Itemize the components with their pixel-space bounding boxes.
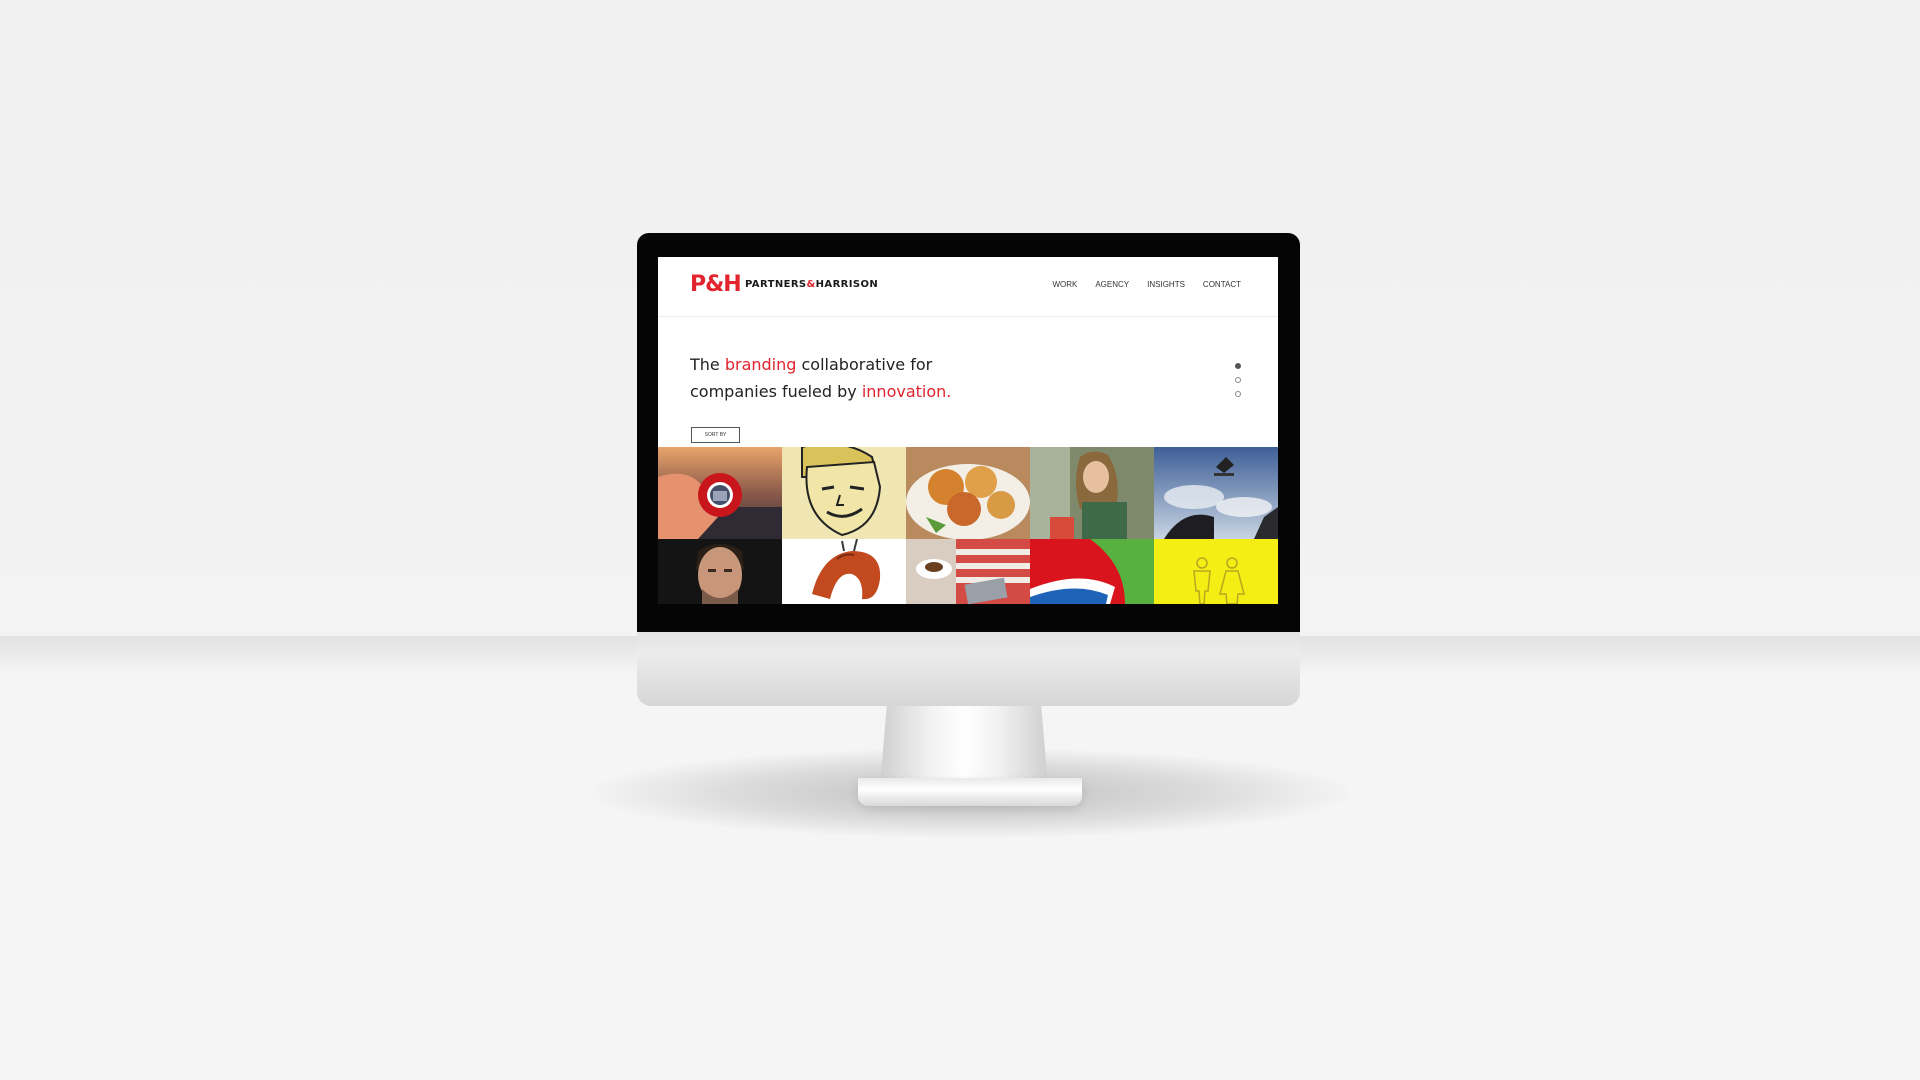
portfolio-tile-9[interactable] — [1030, 539, 1154, 604]
hand-with-red-lens-icon — [658, 447, 782, 539]
monitor-stand — [880, 706, 1048, 786]
woman-on-phone-icon — [1030, 447, 1154, 539]
slider-dot-1[interactable] — [1235, 363, 1241, 369]
nav-insights[interactable]: INSIGHTS — [1147, 279, 1185, 291]
color-swoosh-icon — [1030, 539, 1154, 604]
retro-comic-face-icon — [782, 447, 906, 539]
nav-work[interactable]: WORK — [1052, 279, 1077, 291]
hero-highlight-innovation: innovation. — [861, 382, 952, 401]
portfolio-tile-3[interactable] — [906, 447, 1030, 539]
skateboard-jump-icon — [1154, 447, 1278, 539]
logo-text-amp: & — [806, 279, 816, 290]
hero-line2-prefix: companies fueled by — [690, 382, 862, 401]
hero-line1-suffix: collaborative for — [796, 355, 933, 374]
portfolio-tile-8[interactable] — [906, 539, 1030, 604]
sort-by-button[interactable]: SORT BY — [691, 427, 740, 443]
site-header: P&H PARTNERS&HARRISON WORK AGENCY INSIGH… — [658, 257, 1278, 317]
logo-text-part1: PARTNERS — [745, 279, 807, 290]
slider-pagination — [1235, 363, 1243, 405]
hero-headline: The branding collaborative for companies… — [690, 351, 1020, 405]
brand-logo-text[interactable]: PARTNERS&HARRISON — [745, 279, 878, 291]
portfolio-grid — [658, 447, 1278, 604]
logo-text-part2: HARRISON — [815, 279, 879, 290]
portfolio-tile-6[interactable] — [658, 539, 782, 604]
portfolio-tile-7[interactable] — [782, 539, 906, 604]
fried-food-plate-icon — [906, 447, 1030, 539]
portfolio-tile-1[interactable] — [658, 447, 782, 539]
website-screen: P&H PARTNERS&HARRISON WORK AGENCY INSIGH… — [658, 257, 1278, 604]
slider-dot-3[interactable] — [1235, 391, 1241, 397]
slider-dot-2[interactable] — [1235, 377, 1241, 383]
main-nav: WORK AGENCY INSIGHTS CONTACT — [1052, 279, 1241, 291]
man-portrait-icon — [658, 539, 782, 604]
hero-highlight-branding: branding — [724, 355, 797, 374]
hero-line1-prefix: The — [690, 355, 725, 374]
portfolio-tile-4[interactable] — [1030, 447, 1154, 539]
portfolio-tile-2[interactable] — [782, 447, 906, 539]
nav-contact[interactable]: CONTACT — [1203, 279, 1241, 291]
monitor-base — [858, 778, 1082, 806]
coffee-table-icon — [906, 539, 1030, 604]
red-chili-pepper-icon — [782, 539, 906, 604]
nav-agency[interactable]: AGENCY — [1095, 279, 1129, 291]
portfolio-tile-10[interactable] — [1154, 539, 1278, 604]
restroom-figures-icon — [1154, 539, 1278, 604]
brand-logo-mark[interactable]: P&H — [690, 274, 742, 296]
portfolio-tile-5[interactable] — [1154, 447, 1278, 539]
